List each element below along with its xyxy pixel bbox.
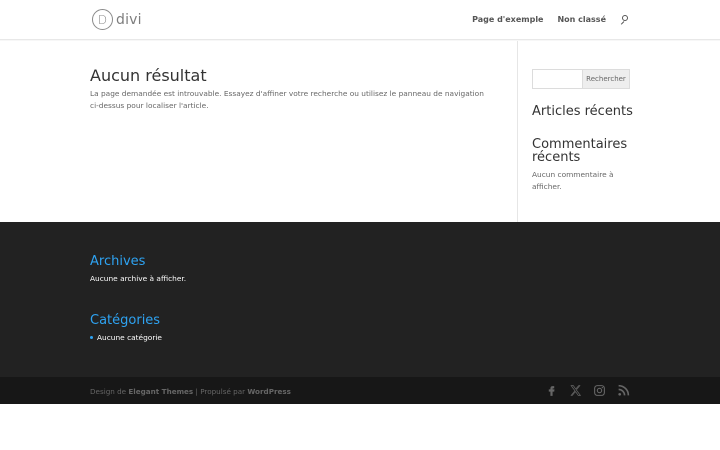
footer-archives-text: Aucune archive à afficher. — [90, 274, 187, 283]
site-header: D divi Page d'exemple Non classé — [0, 0, 720, 40]
credit-middle: | Propulsé par — [193, 387, 248, 396]
nav-link-page-exemple[interactable]: Page d'exemple — [472, 15, 543, 24]
footer-category-item: Aucune catégorie — [90, 333, 162, 342]
instagram-icon[interactable] — [592, 383, 606, 397]
x-icon[interactable] — [568, 383, 582, 397]
sidebar-search-form: Rechercher — [532, 69, 630, 89]
footer-categories-title: Catégories — [90, 313, 161, 328]
sidebar-search-input[interactable] — [532, 69, 582, 89]
social-links — [534, 383, 630, 397]
bullet-icon — [90, 336, 93, 339]
recent-articles-title: Articles récents — [532, 104, 633, 119]
footer-category-label: Aucune catégorie — [97, 333, 162, 342]
page-bottom-space — [0, 404, 720, 450]
sidebar-search-button[interactable]: Rechercher — [582, 69, 630, 89]
main-nav: Page d'exemple Non classé — [472, 15, 629, 25]
credit-platform-link[interactable]: WordPress — [247, 387, 291, 396]
no-comments-text: Aucun commentaire à afficher. — [532, 170, 614, 191]
no-results-message: La page demandée est introuvable. Essaye… — [90, 89, 484, 110]
footer-bottom-bar: Design de Elegant Themes | Propulsé par … — [0, 377, 720, 404]
credit-prefix: Design de — [90, 387, 129, 396]
rss-icon[interactable] — [616, 383, 630, 397]
site-logo[interactable]: D divi — [92, 9, 142, 30]
facebook-icon[interactable] — [544, 383, 558, 397]
sidebar-divider — [517, 41, 518, 222]
credit-theme-link[interactable]: Elegant Themes — [128, 387, 193, 396]
footer-credits: Design de Elegant Themes | Propulsé par … — [90, 387, 291, 396]
page-title: Aucun résultat — [90, 66, 207, 85]
nav-link-non-classe[interactable]: Non classé — [557, 15, 606, 24]
logo-mark: D — [92, 9, 113, 30]
footer-widgets: Archives Aucune archive à afficher. Caté… — [0, 222, 720, 377]
footer-archives-title: Archives — [90, 254, 146, 269]
logo-text: divi — [116, 11, 142, 28]
recent-comments-title: Commentaires récents — [532, 137, 628, 165]
search-icon[interactable] — [620, 15, 629, 25]
main-content: Aucun résultat La page demandée est intr… — [0, 41, 720, 222]
